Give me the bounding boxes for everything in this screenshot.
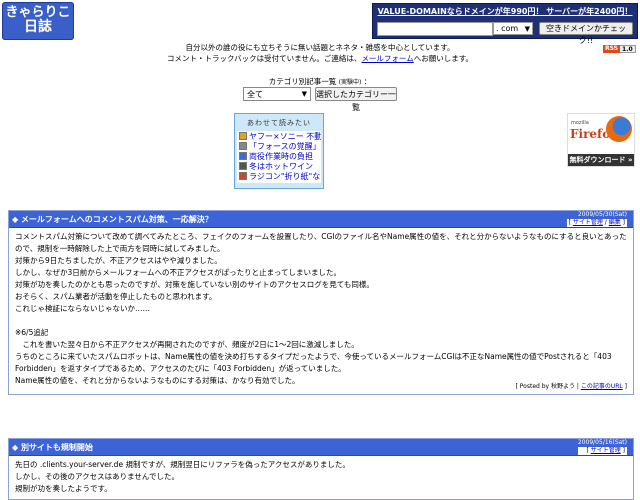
entry-date: 2009/05/16(Sat) xyxy=(577,439,627,446)
news-item[interactable]: 「フォースの覚醒」 xyxy=(239,142,321,152)
chevron-down-icon: ▼ xyxy=(301,90,307,98)
entry-header: ◆ 別サイトも規制開始 2009/05/16(Sat) [ サイト管理 ] xyxy=(9,439,633,456)
entry-paragraph: 規制が功を奏したようです。 xyxy=(15,484,112,493)
firefox-download-label: 無料ダウンロード » xyxy=(568,154,634,166)
intro-line1: 自分以外の誰の役にも立ちそうに無い話題とネネタ・雑感を中心としています。 xyxy=(185,43,455,52)
tld-select-value: . com xyxy=(496,24,519,33)
entry-permalink[interactable]: この記事のURL xyxy=(581,383,623,390)
header: きゃらりこ 日誌 VALUE-DOMAINならドメインが年990円！ サーバーが… xyxy=(0,0,640,45)
entry-body: コメントスパム対策について改めて調べてみたところ、フェイクのフォームを設置したり… xyxy=(9,228,633,390)
entry-paragraph: 対策が功を奏したのかとも思ったのですが、対策を施していない別のサイトのアクセスロ… xyxy=(15,280,374,289)
entry-category-link[interactable]: サイト管理 xyxy=(591,447,621,454)
category-select-value: 全て xyxy=(247,90,263,99)
firefox-logo-icon xyxy=(606,116,632,142)
entry-paragraph: うちのところに来ていたスパムロボットは、Name属性の値を決め打ちするタイプだっ… xyxy=(15,352,615,373)
domain-check-button[interactable]: 空きドメインかチェック!! xyxy=(539,22,633,45)
entry-links: [ サイト管理 / 編集 ] xyxy=(566,219,627,227)
blog-entry: ◆ メールフォームへのコメントスパム対策、一応解決？ 2009/05/30(Sa… xyxy=(8,210,634,395)
tld-select[interactable]: . com ▼ xyxy=(493,22,533,35)
entry-category-link[interactable]: サイト管理 xyxy=(573,219,603,226)
chevron-down-icon: ▼ xyxy=(524,25,530,33)
intro-line2-suffix: へお願いします。 xyxy=(413,54,473,63)
intro-line2: コメント・トラックバックは受付ていません。ご連絡は、メールフォームへお願いします… xyxy=(0,53,640,64)
entry-paragraph: ※6/5追記 xyxy=(15,328,49,337)
entry-meta: 2009/05/30(Sat) [ サイト管理 / 編集 ] xyxy=(566,211,627,227)
entry-paragraph: 対策から9日たちましたが、不正アクセスはやや減りました。 xyxy=(15,256,222,265)
rss-label: RSS xyxy=(603,45,620,53)
entry-paragraph: コメントスパム対策について改めて調べてみたところ、フェイクのフォームを設置したり… xyxy=(15,232,627,253)
news-item[interactable]: 両役作業時の負担 xyxy=(239,152,321,162)
news-item[interactable]: 冬はホットワイン xyxy=(239,162,321,172)
category-label: カテゴリ別記事一覧 (実験中) ： xyxy=(0,76,640,87)
entry-title[interactable]: ◆ 別サイトも規制開始 xyxy=(12,442,93,453)
mail-form-link[interactable]: メールフォーム xyxy=(361,54,413,63)
news-source-icon xyxy=(239,152,247,160)
entry-paragraph: これじゃ検証にならないじゃないか…… xyxy=(15,304,150,313)
entry-paragraph: これを書いた翌々日から不正アクセスが再開されたのですが、頻度が2日に1～2回に激… xyxy=(15,340,359,349)
entry-title-text: メールフォームへのコメントスパム対策、一応解決？ xyxy=(20,215,213,224)
intro-text: 自分以外の誰の役にも立ちそうに無い話題とネネタ・雑感を中心としています。 コメン… xyxy=(0,42,640,64)
intro-line2-prefix: コメント・トラックバックは受付ていません。ご連絡は、 xyxy=(167,54,362,63)
logo-line1: きゃらりこ xyxy=(5,5,71,20)
entry-date: 2009/05/30(Sat) xyxy=(577,211,627,218)
entry-title[interactable]: ◆ メールフォームへのコメントスパム対策、一応解決？ xyxy=(12,214,213,225)
news-item-label: 「フォースの覚醒」 xyxy=(249,142,321,151)
news-source-icon xyxy=(239,172,247,180)
news-item[interactable]: ヤフー×ソニー 不動 xyxy=(239,132,321,142)
category-label-text: カテゴリ別記事一覧 xyxy=(268,77,337,86)
entry-paragraph xyxy=(15,315,627,327)
category-label-small: (実験中) xyxy=(338,79,362,86)
entry-paragraph: しかし、その後のアクセスはありませんでした。 xyxy=(15,472,180,481)
entry-title-text: 別サイトも規制開始 xyxy=(20,443,93,452)
domain-ad: VALUE-DOMAINならドメインが年990円！ サーバーが年2400円！ .… xyxy=(372,3,638,45)
news-item[interactable]: ラジコン"折り紙"など xyxy=(239,172,321,182)
entry-header: ◆ メールフォームへのコメントスパム対策、一応解決？ 2009/05/30(Sa… xyxy=(9,211,633,228)
news-source-icon xyxy=(239,132,247,140)
news-item-label: 両役作業時の負担 xyxy=(249,152,313,161)
show-category-button[interactable]: 選択したカテゴリー一覧 xyxy=(315,87,397,112)
entry-paragraph: おそらく、スパム業者が活動を停止したものと思われます。 xyxy=(15,292,217,301)
news-source-icon xyxy=(239,162,247,170)
entry-meta: 2009/05/16(Sat) [ サイト管理 ] xyxy=(577,439,627,455)
news-item-label: ヤフー×ソニー 不動 xyxy=(249,132,321,141)
news-source-icon xyxy=(239,142,247,150)
news-item-label: ラジコン"折り紙"など xyxy=(249,172,321,181)
entry-paragraph: しかし、なぜか3日前からメールフォームへの不正アクセスがぱったりと止まってしまい… xyxy=(15,268,341,277)
entry-paragraph: 先日の .clients.your-server.de 規制ですが、規制翌日にリ… xyxy=(15,460,350,469)
site-logo[interactable]: きゃらりこ 日誌 xyxy=(2,2,74,40)
entry-footer: [ Posted by 秋野よう | この記事のURL ] xyxy=(515,383,627,390)
entry-links: [ サイト管理 ] xyxy=(577,447,627,455)
domain-ad-link[interactable]: VALUE-DOMAINならドメインが年990円！ サーバーが年2400円！ xyxy=(373,6,637,17)
related-news-widget: あわせて読みたい ヤフー×ソニー 不動 「フォースの覚醒」 両役作業時の負担 冬… xyxy=(234,113,324,189)
category-label-suffix: ： xyxy=(363,77,372,86)
blog-entry: ◆ 別サイトも規制開始 2009/05/16(Sat) [ サイト管理 ] 先日… xyxy=(8,438,634,500)
firefox-download-banner[interactable]: mozilla Firefox 無料ダウンロード » xyxy=(567,113,635,167)
news-item-label: 冬はホットワイン xyxy=(249,162,313,171)
logo-line2: 日誌 xyxy=(24,19,52,35)
entry-posted-by: Posted by 秋野よう xyxy=(519,383,575,390)
mozilla-label: mozilla xyxy=(571,120,589,126)
category-select[interactable]: 全て ▼ xyxy=(243,87,311,101)
rss-version: 1.0 xyxy=(620,45,636,53)
related-news-title: あわせて読みたい xyxy=(247,119,311,127)
rss-badge[interactable]: RSS 1.0 xyxy=(603,45,636,53)
related-news-list: ヤフー×ソニー 不動 「フォースの覚醒」 両役作業時の負担 冬はホットワイン ラ… xyxy=(237,131,321,183)
entry-edit-link[interactable]: 編集 xyxy=(609,219,621,226)
domain-search-input[interactable] xyxy=(377,22,493,36)
